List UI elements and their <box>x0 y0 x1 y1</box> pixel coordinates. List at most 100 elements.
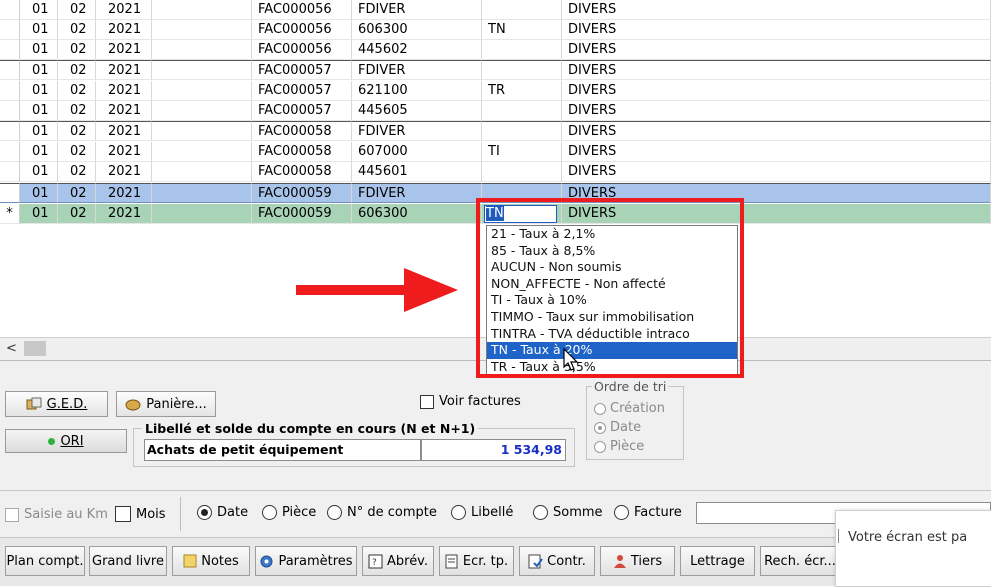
radio-dot[interactable] <box>327 505 342 520</box>
cell-journal[interactable]: 01 <box>20 20 58 40</box>
scroll-left-icon[interactable]: < <box>6 341 17 356</box>
table-row[interactable]: 01 02 2021 FAC000056 FDIVER DIVERS <box>0 0 991 20</box>
cell-piece[interactable]: FAC000057 <box>252 101 352 121</box>
radio-dot[interactable] <box>594 440 606 453</box>
tax-option-selected[interactable]: TN - Taux à 20% <box>487 342 737 359</box>
table-row[interactable]: 01 02 2021 FAC000057 FDIVER DIVERS <box>0 60 991 80</box>
tax-option[interactable]: TI - Taux à 10% <box>487 292 737 309</box>
cell-year[interactable]: 2021 <box>96 81 152 101</box>
cell-piece[interactable]: FAC000056 <box>252 0 352 20</box>
lettrage-button[interactable]: Lettrage <box>680 546 755 576</box>
cell-year[interactable]: 2021 <box>96 0 152 20</box>
cell-piece[interactable]: FAC000056 <box>252 40 352 60</box>
cell-month[interactable]: 02 <box>58 162 96 182</box>
tax-option[interactable]: 21 - Taux à 2,1% <box>487 226 737 243</box>
cell-tax[interactable] <box>482 121 562 141</box>
cell-piece[interactable]: FAC000056 <box>252 20 352 40</box>
radio-dot[interactable] <box>262 505 277 520</box>
cell-piece[interactable]: FAC000058 <box>252 162 352 182</box>
cell-month[interactable]: 02 <box>58 142 96 162</box>
table-row[interactable]: 01 02 2021 FAC000058 FDIVER DIVERS <box>0 121 991 141</box>
cell-tax[interactable]: TN <box>482 20 562 40</box>
radio-dot-selected[interactable] <box>197 505 212 520</box>
cell-piece[interactable]: FAC000058 <box>252 121 352 141</box>
grand-livre-button[interactable]: Grand livre <box>89 546 167 576</box>
cell-tax[interactable] <box>482 183 562 203</box>
cell-year[interactable]: 2021 <box>96 142 152 162</box>
cell-month[interactable]: 02 <box>58 204 96 224</box>
cell-journal[interactable]: 01 <box>20 204 58 224</box>
cell-tax[interactable]: TI <box>482 142 562 162</box>
cell-account[interactable]: 445602 <box>352 40 482 60</box>
cell-month[interactable]: 02 <box>58 0 96 20</box>
cell-label[interactable]: DIVERS <box>562 20 991 40</box>
tax-option[interactable]: TINTRA - TVA déductible intraco <box>487 326 737 343</box>
cell-journal[interactable]: 01 <box>20 81 58 101</box>
cell-piece[interactable]: FAC000058 <box>252 142 352 162</box>
tax-option[interactable]: TR - Taux à 5,5% <box>487 359 737 376</box>
cell-month[interactable]: 02 <box>58 20 96 40</box>
cell-account[interactable]: FDIVER <box>352 0 482 20</box>
plan-compt-button[interactable]: Plan compt. <box>5 546 85 576</box>
notification-toast[interactable]: Votre écran est pa <box>835 510 991 587</box>
ori-button[interactable]: ORI <box>5 429 127 453</box>
table-row[interactable]: 01 02 2021 FAC000056 445602 DIVERS <box>0 40 991 60</box>
cell-piece[interactable]: FAC000059 <box>252 204 352 224</box>
radio-dot-selected[interactable] <box>594 421 606 434</box>
sort-date-radio[interactable]: Date <box>594 420 641 435</box>
table-row-selected[interactable]: 01 02 2021 FAC000059 FDIVER DIVERS <box>0 183 991 203</box>
search-somme-radio[interactable]: Somme <box>533 505 603 520</box>
mois-box[interactable] <box>115 506 131 522</box>
cell-year[interactable]: 2021 <box>96 121 152 141</box>
cell-tax[interactable] <box>482 0 562 20</box>
cell-tax[interactable] <box>482 40 562 60</box>
table-row[interactable]: 01 02 2021 FAC000056 606300 TN DIVERS <box>0 20 991 40</box>
search-account-radio[interactable]: N° de compte <box>327 505 437 520</box>
sort-creation-radio[interactable]: Création <box>594 401 665 416</box>
cell-piece[interactable]: FAC000057 <box>252 81 352 101</box>
cell-label[interactable]: DIVERS <box>562 121 991 141</box>
search-facture-radio[interactable]: Facture <box>614 505 682 520</box>
cell-tax-editing[interactable]: TN <box>482 204 562 224</box>
radio-dot[interactable] <box>594 402 606 415</box>
saisie-km-checkbox[interactable]: Saisie au Km <box>5 507 108 522</box>
tax-option[interactable]: NON_AFFECTE - Non affecté <box>487 276 737 293</box>
table-row[interactable]: 01 02 2021 FAC000057 445605 DIVERS <box>0 101 991 121</box>
table-row[interactable]: 01 02 2021 FAC000058 607000 TI DIVERS <box>0 142 991 162</box>
cell-journal[interactable]: 01 <box>20 60 58 80</box>
rech-ecr-button[interactable]: Rech. écr... <box>760 546 840 576</box>
cell-month[interactable]: 02 <box>58 121 96 141</box>
cell-label[interactable]: DIVERS <box>562 60 991 80</box>
cell-tax[interactable] <box>482 162 562 182</box>
cell-account[interactable]: FDIVER <box>352 60 482 80</box>
search-piece-radio[interactable]: Pièce <box>262 505 316 520</box>
cell-journal[interactable]: 01 <box>20 0 58 20</box>
cell-account[interactable]: FDIVER <box>352 121 482 141</box>
cell-month[interactable]: 02 <box>58 101 96 121</box>
cell-label[interactable]: DIVERS <box>562 101 991 121</box>
cell-label[interactable]: DIVERS <box>562 162 991 182</box>
cell-month[interactable]: 02 <box>58 183 96 203</box>
search-date-radio[interactable]: Date <box>197 505 248 520</box>
cell-year[interactable]: 2021 <box>96 101 152 121</box>
radio-dot[interactable] <box>614 505 629 520</box>
cell-account[interactable]: 607000 <box>352 142 482 162</box>
saisie-km-box[interactable] <box>5 507 19 522</box>
cell-journal[interactable]: 01 <box>20 162 58 182</box>
sort-piece-radio[interactable]: Pièce <box>594 439 644 454</box>
cell-account[interactable]: 621100 <box>352 81 482 101</box>
tax-option[interactable]: TIMMO - Taux sur immobilisation <box>487 309 737 326</box>
radio-dot[interactable] <box>451 505 466 520</box>
cell-label[interactable]: DIVERS <box>562 81 991 101</box>
cell-year[interactable]: 2021 <box>96 60 152 80</box>
parametres-button[interactable]: Paramètres <box>255 546 357 576</box>
cell-month[interactable]: 02 <box>58 60 96 80</box>
cell-year[interactable]: 2021 <box>96 162 152 182</box>
cell-account[interactable]: 445605 <box>352 101 482 121</box>
cell-label[interactable]: DIVERS <box>562 204 991 224</box>
cell-tax[interactable]: TR <box>482 81 562 101</box>
cell-journal[interactable]: 01 <box>20 40 58 60</box>
cell-journal[interactable]: 01 <box>20 101 58 121</box>
cell-year[interactable]: 2021 <box>96 204 152 224</box>
cell-label[interactable]: DIVERS <box>562 183 991 203</box>
